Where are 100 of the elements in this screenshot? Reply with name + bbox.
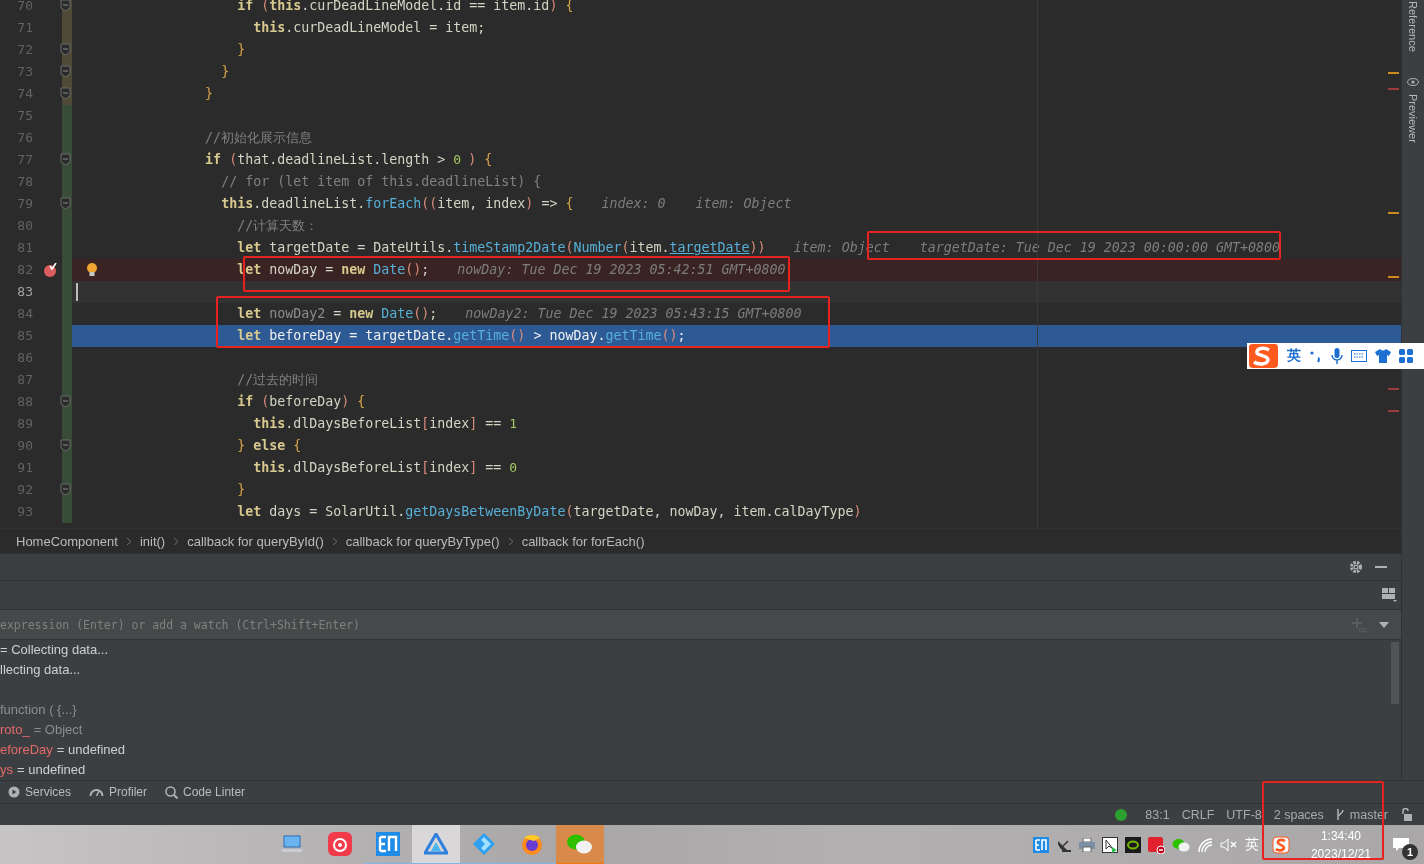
breadcrumb-item[interactable]: init() — [139, 533, 166, 549]
browser-app-icon — [520, 832, 544, 856]
line-number: 82 — [16, 261, 34, 279]
chevron-right-icon — [173, 536, 180, 546]
line-number: 74 — [16, 85, 34, 103]
watch-result[interactable]: = Collecting data... — [0, 640, 109, 660]
fold-marker-icon[interactable] — [60, 153, 71, 166]
indent-setting[interactable]: 2 spaces — [1273, 807, 1324, 822]
line-number: 76 — [16, 129, 34, 147]
dropdown-arrow-icon[interactable] — [1379, 621, 1389, 628]
tool-window-button[interactable]: Code Linter — [165, 785, 246, 799]
breadcrumb-item[interactable]: callback for forEach() — [521, 533, 645, 549]
shirt-icon[interactable] — [1375, 349, 1391, 363]
file-encoding[interactable]: UTF-8 — [1226, 807, 1262, 822]
code-line: let beforeDay = targetDate.getTime() > nowDay.getTime(); — [237, 328, 686, 343]
line-number: 93 — [16, 503, 34, 521]
chevron-right-icon — [125, 536, 132, 546]
code-line: this.deadlineList.forEach((item, index) => { — [221, 196, 574, 211]
code-line: } — [237, 482, 246, 497]
code-line: this.curDeadLineModel = item; — [253, 20, 486, 35]
notification-badge: 1 — [1402, 844, 1418, 860]
layout-icon[interactable] — [1382, 588, 1397, 602]
variable-name[interactable]: eforeDay — [0, 740, 53, 760]
breakpoint-icon[interactable] — [43, 263, 57, 277]
gauge-icon — [89, 787, 104, 797]
fold-marker-icon[interactable] — [60, 483, 71, 496]
fold-marker-icon[interactable] — [60, 439, 71, 452]
line-number: 78 — [16, 173, 34, 191]
code-line: } — [205, 86, 214, 101]
taskbar-app[interactable] — [412, 825, 460, 864]
taskbar-app[interactable] — [556, 825, 604, 864]
tool-window-button[interactable]: Profiler — [89, 785, 148, 799]
watch-result[interactable]: llecting data... — [0, 660, 81, 680]
inline-value-hint: index: 0 — [601, 196, 666, 211]
inline-value-hint: nowDay: Tue Dec 19 2023 05:42:51 GMT+0800 — [457, 262, 786, 277]
caret-position[interactable]: 83:1 — [1145, 807, 1170, 822]
branch-icon — [1335, 808, 1345, 821]
variable-name[interactable]: roto_ — [0, 720, 30, 740]
line-number: 88 — [16, 393, 34, 411]
fold-marker-icon[interactable] — [60, 197, 71, 210]
inline-value-hint: item: Object — [695, 196, 792, 211]
clock-time: 1:34:40 — [1320, 828, 1361, 845]
lightbulb-icon[interactable] — [86, 262, 98, 277]
notification-center-button[interactable]: 1 — [1392, 830, 1418, 860]
breadcrumb-item[interactable]: callback for queryByType() — [345, 533, 500, 549]
line-number: 81 — [16, 239, 34, 257]
music-app-icon — [328, 832, 352, 856]
eye-icon — [1407, 77, 1419, 86]
fold-marker-icon[interactable] — [60, 0, 71, 12]
breadcrumb-item[interactable]: callback for queryById() — [187, 533, 324, 549]
fold-marker-icon[interactable] — [60, 43, 71, 56]
line-number: 71 — [16, 19, 34, 37]
breadcrumb-item[interactable]: HomeComponent — [16, 533, 118, 549]
unlock-icon[interactable] — [1400, 808, 1412, 821]
input-language-indicator[interactable]: 英 — [1287, 347, 1301, 365]
punctuation-icon[interactable] — [1309, 349, 1323, 363]
status-indicator[interactable] — [1115, 808, 1128, 821]
clock-date: 2023/12/21 — [1310, 846, 1371, 863]
dictionary-app-icon — [376, 832, 400, 856]
fold-marker-icon[interactable] — [60, 87, 71, 100]
chat-bubbles-icon — [566, 833, 594, 855]
laptop-icon — [280, 834, 304, 854]
settings-icon[interactable] — [1349, 560, 1363, 574]
code-line: let nowDay2 = new Date(); — [237, 306, 438, 321]
line-number: 85 — [16, 327, 34, 345]
line-number: 73 — [16, 63, 34, 81]
play-circle-icon — [8, 786, 20, 798]
inline-value-hint: nowDay2: Tue Dec 19 2023 05:43:15 GMT+0800 — [465, 306, 802, 321]
code-line: let targetDate = DateUtils.timeStamp2Date(Number(item.targetDate)) — [237, 240, 766, 255]
variable-value: = Object — [33, 721, 83, 739]
line-number: 92 — [16, 481, 34, 499]
fold-marker-icon[interactable] — [60, 395, 71, 408]
line-number: 75 — [16, 107, 34, 125]
line-number: 90 — [16, 437, 34, 455]
input-method-logo-icon[interactable] — [1271, 836, 1290, 854]
variable-name[interactable]: ys — [0, 760, 13, 780]
chevron-right-icon — [507, 536, 514, 546]
code-line: } — [221, 64, 230, 79]
line-number: 80 — [16, 217, 34, 235]
line-number: 83 — [16, 283, 34, 301]
line-number: 77 — [16, 151, 34, 169]
tool-window-button[interactable]: Services — [8, 785, 71, 799]
variable-value: function ( {...} — [0, 701, 77, 719]
line-separator[interactable]: CRLF — [1181, 807, 1215, 822]
code-line: //初始化展示信息 — [205, 130, 313, 145]
side-tab[interactable]: Reference — [1407, 1, 1419, 52]
code-line: if (this.curDeadLineModel.id == item.id) { — [237, 0, 574, 13]
grid-icon[interactable] — [1399, 349, 1413, 363]
line-number: 89 — [16, 415, 34, 433]
magnifier-icon — [165, 785, 179, 799]
line-number: 87 — [16, 371, 34, 389]
code-line: if (beforeDay) { — [237, 394, 366, 409]
code-line: //计算天数： — [237, 218, 319, 233]
keyboard-icon[interactable] — [1351, 350, 1367, 362]
input-method-logo-icon[interactable] — [1247, 343, 1279, 369]
microphone-icon[interactable] — [1331, 348, 1343, 364]
fold-marker-icon[interactable] — [60, 65, 71, 78]
side-tab[interactable]: Previewer — [1407, 93, 1419, 143]
line-number: 70 — [16, 0, 34, 15]
code-line: } — [237, 42, 246, 57]
